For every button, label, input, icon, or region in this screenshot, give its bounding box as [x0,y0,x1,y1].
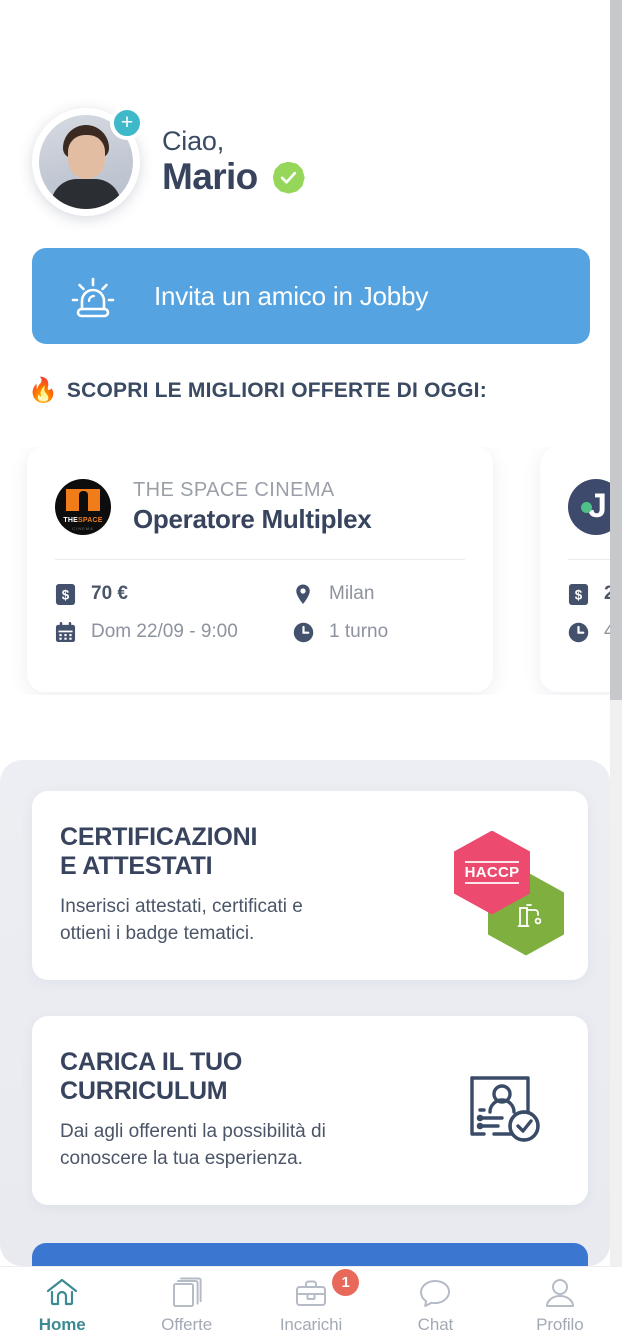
haccp-badges-icon: HACCP [450,830,564,956]
nav-label-offerte: Offerte [161,1315,213,1334]
nav-label-chat: Chat [417,1315,454,1334]
cv-document-icon [450,1056,560,1166]
offer-titles: THE SPACE CINEMA Operatore Multiplex [133,479,372,535]
promo-inner: CARICA IL TUO CURRICULUM Dai agli offere… [32,1016,588,1205]
offer-company-name: THE SPACE CINEMA [133,479,335,501]
avatar[interactable]: + [32,106,144,216]
promo-inner: CERTIFICAZIONI E ATTESTATI Inserisci att… [32,791,588,980]
offer-date-value: Dom 22/09 - 9:00 [91,621,238,642]
scrollbar-track[interactable] [610,0,622,1266]
cta-button[interactable] [32,1243,588,1266]
greeting-header: + Ciao, Mario [32,106,305,216]
nav-item-profilo[interactable]: Profilo [498,1275,622,1335]
calendar-icon [55,620,77,644]
home-icon [44,1275,80,1311]
offers-section-heading: 🔥 SCOPRI LE MIGLIORI OFFERTE DI OGGI: [28,379,487,403]
fire-icon: 🔥 [28,377,58,404]
offer-shifts-value: 1 turno [329,621,389,642]
nav-item-home[interactable]: Home [0,1275,124,1335]
scrollbar-thumb[interactable] [610,0,622,700]
nav-label-incarichi: Incarichi [279,1315,343,1334]
offer-pay: $ 70 € [55,582,293,606]
promo-description: Dai agli offerenti la possibilità di con… [60,1121,326,1170]
money-bill-icon: $ [55,582,77,606]
greeting-name-row: Mario [162,156,305,198]
user-icon [542,1275,578,1311]
offer-card[interactable]: THESPACE CINEMA THE SPACE CINEMA Operato… [27,447,493,692]
map-pin-icon [293,582,315,606]
svg-text:$: $ [575,587,583,602]
promo-card-curriculum[interactable]: CARICA IL TUO CURRICULUM Dai agli offere… [32,1016,588,1205]
promo-description: Inserisci attestati, certificati e ottie… [60,896,303,945]
bottom-navigation: Home Offerte 1 Incarichi Chat Profilo [0,1266,622,1344]
promo-card-certifications[interactable]: CERTIFICAZIONI E ATTESTATI Inserisci att… [32,791,588,980]
logo-subtext: CINEMA [72,526,94,531]
logo-text: THESPACE [63,517,103,524]
offers-carousel[interactable]: THESPACE CINEMA THE SPACE CINEMA Operato… [0,447,622,695]
chat-bubble-icon [417,1275,453,1311]
money-bill-icon: $ [568,582,590,606]
clock-icon [293,620,315,644]
the-space-cinema-logo: THESPACE CINEMA [55,479,111,535]
offer-location: Milan [293,582,465,606]
nav-item-incarichi[interactable]: 1 Incarichi [249,1269,373,1335]
briefcase-icon [293,1275,329,1311]
offer-date: Dom 22/09 - 9:00 [55,620,293,644]
logo-person [79,491,88,511]
promo-title: CARICA IL TUO CURRICULUM [60,1047,243,1105]
app-root: + Ciao, Mario Invita un amico in Jobby 🔥… [0,0,622,1344]
offer-location-value: Milan [329,583,375,604]
nav-label-profilo: Profilo [536,1315,584,1334]
offer-meta-grid: $ 70 € Milan Dom 22/09 - 9:00 1 turno [27,560,493,644]
status-badge: 1 [332,1269,360,1296]
scrollable-content[interactable]: + Ciao, Mario Invita un amico in Jobby 🔥… [0,0,622,1266]
offer-card-header: THESPACE CINEMA THE SPACE CINEMA Operato… [27,447,493,535]
logo-text-accent: SPACE [78,517,103,524]
offer-shifts: 1 turno [293,620,465,644]
nav-item-chat[interactable]: Chat [373,1275,497,1335]
promo-text: CARICA IL TUO CURRICULUM Dai agli offere… [60,1048,326,1173]
invite-friend-banner[interactable]: Invita un amico in Jobby [32,248,590,344]
nav-label-home: Home [38,1315,86,1334]
verified-check-icon [272,161,305,194]
offer-role-title: Operatore Multiplex [133,504,372,534]
greeting-text: Ciao, Mario [162,127,305,197]
haccp-label: HACCP [464,860,520,885]
plus-icon[interactable]: + [110,106,144,140]
nav-item-offerte[interactable]: Offerte [124,1275,248,1335]
offers-heading-text: SCOPRI LE MIGLIORI OFFERTE DI OGGI: [66,379,487,402]
avatar-face [68,135,105,179]
invite-banner-label: Invita un amico in Jobby [154,280,429,311]
greeting-user-name: Mario [162,156,258,198]
jobby-logo-dot [581,502,592,513]
clock-icon [568,620,590,644]
promo-title: CERTIFICAZIONI E ATTESTATI [60,822,258,880]
svg-text:$: $ [62,587,70,602]
siren-icon [68,271,118,321]
avatar-body [51,179,121,209]
offer-pay-value: 70 € [91,583,128,604]
promo-text: CERTIFICAZIONI E ATTESTATI Inserisci att… [60,823,303,948]
greeting-hello: Ciao, [162,125,225,156]
documents-icon [169,1275,205,1311]
